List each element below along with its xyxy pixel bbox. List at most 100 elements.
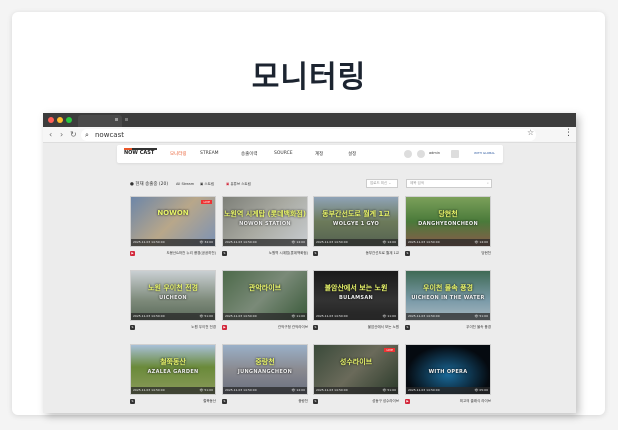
stream-title[interactable]: 관악구청 관악라이브 <box>278 325 308 330</box>
stream-title[interactable]: 동부간선도로 월계 1교 <box>366 251 399 256</box>
thumbnail-overlay-title: NOWON <box>157 209 189 217</box>
stream-title[interactable]: 성동구 성수라이브 <box>372 399 399 404</box>
reload-icon[interactable]: ↻ <box>70 130 77 139</box>
stream-card[interactable]: LIVE NOWON 2025.11.03 14:50:00 👁 34:00 ▶ 도… <box>130 196 216 256</box>
stream-thumbnail[interactable]: 철쭉동산 AZALEA GARDEN 2025.11.03 14:50:00 👁 … <box>130 344 216 395</box>
new-tab-icon[interactable] <box>125 118 128 121</box>
stream-card[interactable]: 동부간선도로 월계 1교 WOLGYE 1 GYO 2025.11.03 14:… <box>313 196 399 256</box>
stream-thumbnail[interactable]: 노원 우이천 전경 UICHEON 2025.11.03 14:50:00 👁 5… <box>130 270 216 321</box>
stream-card[interactable]: 노원역 시계탑 (롯데백화점) NOWON STATION 2025.11.03… <box>222 196 308 256</box>
stream-title[interactable]: 우이천 물속 풍경 <box>466 325 491 330</box>
forward-icon[interactable]: › <box>60 130 63 139</box>
browser-tab[interactable] <box>78 115 122 127</box>
thumbnail-overlay-title: 동부간선도로 월계 1교 <box>322 210 390 218</box>
stream-card[interactable]: 불암산에서 보는 노원 BULAMSAN 2025.11.03 14:50:00… <box>313 270 399 330</box>
bookmark-star-icon[interactable]: ☆ <box>527 128 534 137</box>
stream-thumbnail[interactable]: LIVE 성수라이브 2025.11.03 14:50:00 👁 51:00 <box>313 344 399 395</box>
stream-title[interactable]: 불암산에서 보는 노원 <box>368 325 399 330</box>
stream-views: 👁 11:00 <box>291 314 305 318</box>
stream-title[interactable]: 최고의 클래식 라이브 <box>460 399 491 404</box>
logo[interactable]: NOW CAST <box>124 148 158 156</box>
user-name: admin <box>429 151 440 155</box>
stream-views: 👁 14:00 <box>291 240 305 244</box>
stream-thumbnail[interactable]: 노원역 시계탑 (롯데백화점) NOWON STATION 2025.11.03… <box>222 196 308 247</box>
thumbnail-overlay-title: 철쭉동산 <box>160 358 186 366</box>
stream-date: 2025.11.03 14:50:00 <box>316 240 348 244</box>
nav-history[interactable]: 송출이력 <box>241 151 258 157</box>
card-caption: S 성동구 성수라이브 <box>313 399 399 404</box>
stream-title[interactable]: 철쭉동산 <box>203 399 216 404</box>
card-caption: S 동부간선도로 월계 1교 <box>313 251 399 256</box>
nav-stream[interactable]: STREAM <box>200 151 219 156</box>
stream-date: 2025.11.03 14:50:00 <box>408 240 440 244</box>
thumbnail-info-bar: 2025.11.03 14:50:00 👁 05:00 <box>406 387 490 394</box>
thumbnail-overlay-subtitle: DANGHYEONCHEON <box>418 221 478 227</box>
thumbnail-overlay-title: 관악라이브 <box>248 284 282 292</box>
logout-icon[interactable] <box>451 150 459 158</box>
stream-card[interactable]: 노원 우이천 전경 UICHEON 2025.11.03 14:50:00 👁 5… <box>130 270 216 330</box>
thumbnail-info-bar: 2025.11.03 14:50:00 👁 14:00 <box>223 239 307 246</box>
stream-title[interactable]: 당현천 <box>481 251 491 256</box>
card-caption: S 철쭉동산 <box>130 399 216 404</box>
section-count: 현재 송출중 (20) <box>135 182 169 187</box>
thumbnail-overlay-subtitle: AZALEA GARDEN <box>147 369 199 375</box>
stream-card[interactable]: 철쭉동산 AZALEA GARDEN 2025.11.03 14:50:00 👁 … <box>130 344 216 404</box>
menu-kebab-icon[interactable]: ⋮ <box>564 128 573 138</box>
nav-source[interactable]: SOURCE <box>274 151 293 156</box>
stream-title[interactable]: 노원역 시계탑(롯데백화점) <box>269 251 308 256</box>
stream-date: 2025.11.03 14:50:00 <box>133 314 165 318</box>
views-value: 51:00 <box>204 388 213 392</box>
stream-thumbnail[interactable]: 당현천 DANGHYEONCHEON 2025.11.03 14:50:00 👁 … <box>405 196 491 247</box>
close-dot-icon[interactable] <box>48 117 54 123</box>
stream-icon: S <box>222 251 227 256</box>
stream-thumbnail[interactable]: 중랑천 JUNGNANGCHEON 2025.11.03 14:50:00 👁 1… <box>222 344 308 395</box>
sort-select[interactable]: 업로드 최신 ⌄ <box>366 179 398 188</box>
stream-views: 👁 14:00 <box>474 240 488 244</box>
settings-icon[interactable] <box>404 150 412 158</box>
stream-card[interactable]: 당현천 DANGHYEONCHEON 2025.11.03 14:50:00 👁 … <box>405 196 491 256</box>
thumbnail-info-bar: 2025.11.03 14:50:00 👁 51:00 <box>406 313 490 320</box>
live-badge: LIVE <box>201 200 212 204</box>
stream-thumbnail[interactable]: 우이천 물속 풍경 UICHEON IN THE WATER 2025.11.0… <box>405 270 491 321</box>
stream-date: 2025.11.03 14:50:00 <box>316 314 348 318</box>
url-input[interactable]: ⌕ nowcast <box>81 129 536 141</box>
stream-card[interactable]: 중랑천 JUNGNANGCHEON 2025.11.03 14:50:00 👁 1… <box>222 344 308 404</box>
stream-thumbnail[interactable]: LIVE NOWON 2025.11.03 14:50:00 👁 34:00 <box>130 196 216 247</box>
stream-thumbnail[interactable]: 관악라이브 2025.11.03 14:50:00 👁 11:00 <box>222 270 308 321</box>
nav-settings[interactable]: 설정 <box>348 151 356 157</box>
views-value: 11:00 <box>296 314 305 318</box>
views-value: 14:00 <box>387 240 396 244</box>
tab-close-icon[interactable] <box>115 118 118 121</box>
nav-account[interactable]: 계정 <box>315 151 323 157</box>
views-value: 14:00 <box>479 240 488 244</box>
search-icon[interactable]: ⌕ <box>487 180 489 187</box>
back-icon[interactable]: ‹ <box>49 130 52 139</box>
stream-card[interactable]: LIVE 성수라이브 2025.11.03 14:50:00 👁 51:00 S 성… <box>313 344 399 404</box>
maximize-dot-icon[interactable] <box>66 117 72 123</box>
stream-card[interactable]: WITH OPERA 2025.11.03 14:50:00 👁 05:00 ▶ 최… <box>405 344 491 404</box>
nav-monitoring[interactable]: 모니터링 <box>170 151 187 157</box>
thumbnail-overlay-title: 중랑천 <box>255 358 275 366</box>
stream-date: 2025.11.03 14:50:00 <box>225 314 257 318</box>
browser-window: ‹ › ↻ ⌕ nowcast ☆ ⋮ NOW CAST 모니터링 STREAM … <box>43 113 576 413</box>
stream-date: 2025.11.03 14:50:00 <box>225 240 257 244</box>
stream-card[interactable]: 우이천 물속 풍경 UICHEON IN THE WATER 2025.11.0… <box>405 270 491 330</box>
stream-date: 2025.11.03 14:50:00 <box>225 388 257 392</box>
filter-stream[interactable]: ▣ 스트림 <box>200 182 214 187</box>
avatar[interactable] <box>417 150 425 158</box>
search-input[interactable]: 제목 검색 ⌕ <box>406 179 492 188</box>
filter-all-stream[interactable]: All Stream <box>176 182 194 186</box>
stream-thumbnail[interactable]: WITH OPERA 2025.11.03 14:50:00 👁 05:00 <box>405 344 491 395</box>
stream-card[interactable]: 관악라이브 2025.11.03 14:50:00 👁 11:00 ▶ 관악구청 관… <box>222 270 308 330</box>
stream-title[interactable]: 중랑천 <box>298 399 308 404</box>
stream-date: 2025.11.03 14:50:00 <box>316 388 348 392</box>
stream-thumbnail[interactable]: 불암산에서 보는 노원 BULAMSAN 2025.11.03 14:50:00… <box>313 270 399 321</box>
stream-icon: S <box>405 251 410 256</box>
filter-youtube[interactable]: ▣ 유튜브 스트림 <box>226 182 251 187</box>
minimize-dot-icon[interactable] <box>57 117 63 123</box>
stream-title[interactable]: 노원 우이천 전경 <box>191 325 216 330</box>
stream-title[interactable]: 도봉산&하천 누리 풍경(공공하천) <box>166 251 216 256</box>
thumbnail-overlay-title: 불암산에서 보는 노원 <box>324 284 388 292</box>
stream-thumbnail[interactable]: 동부간선도로 월계 1교 WOLGYE 1 GYO 2025.11.03 14:… <box>313 196 399 247</box>
top-nav: NOW CAST 모니터링 STREAM 송출이력 SOURCE 계정 설정 a… <box>117 145 503 163</box>
